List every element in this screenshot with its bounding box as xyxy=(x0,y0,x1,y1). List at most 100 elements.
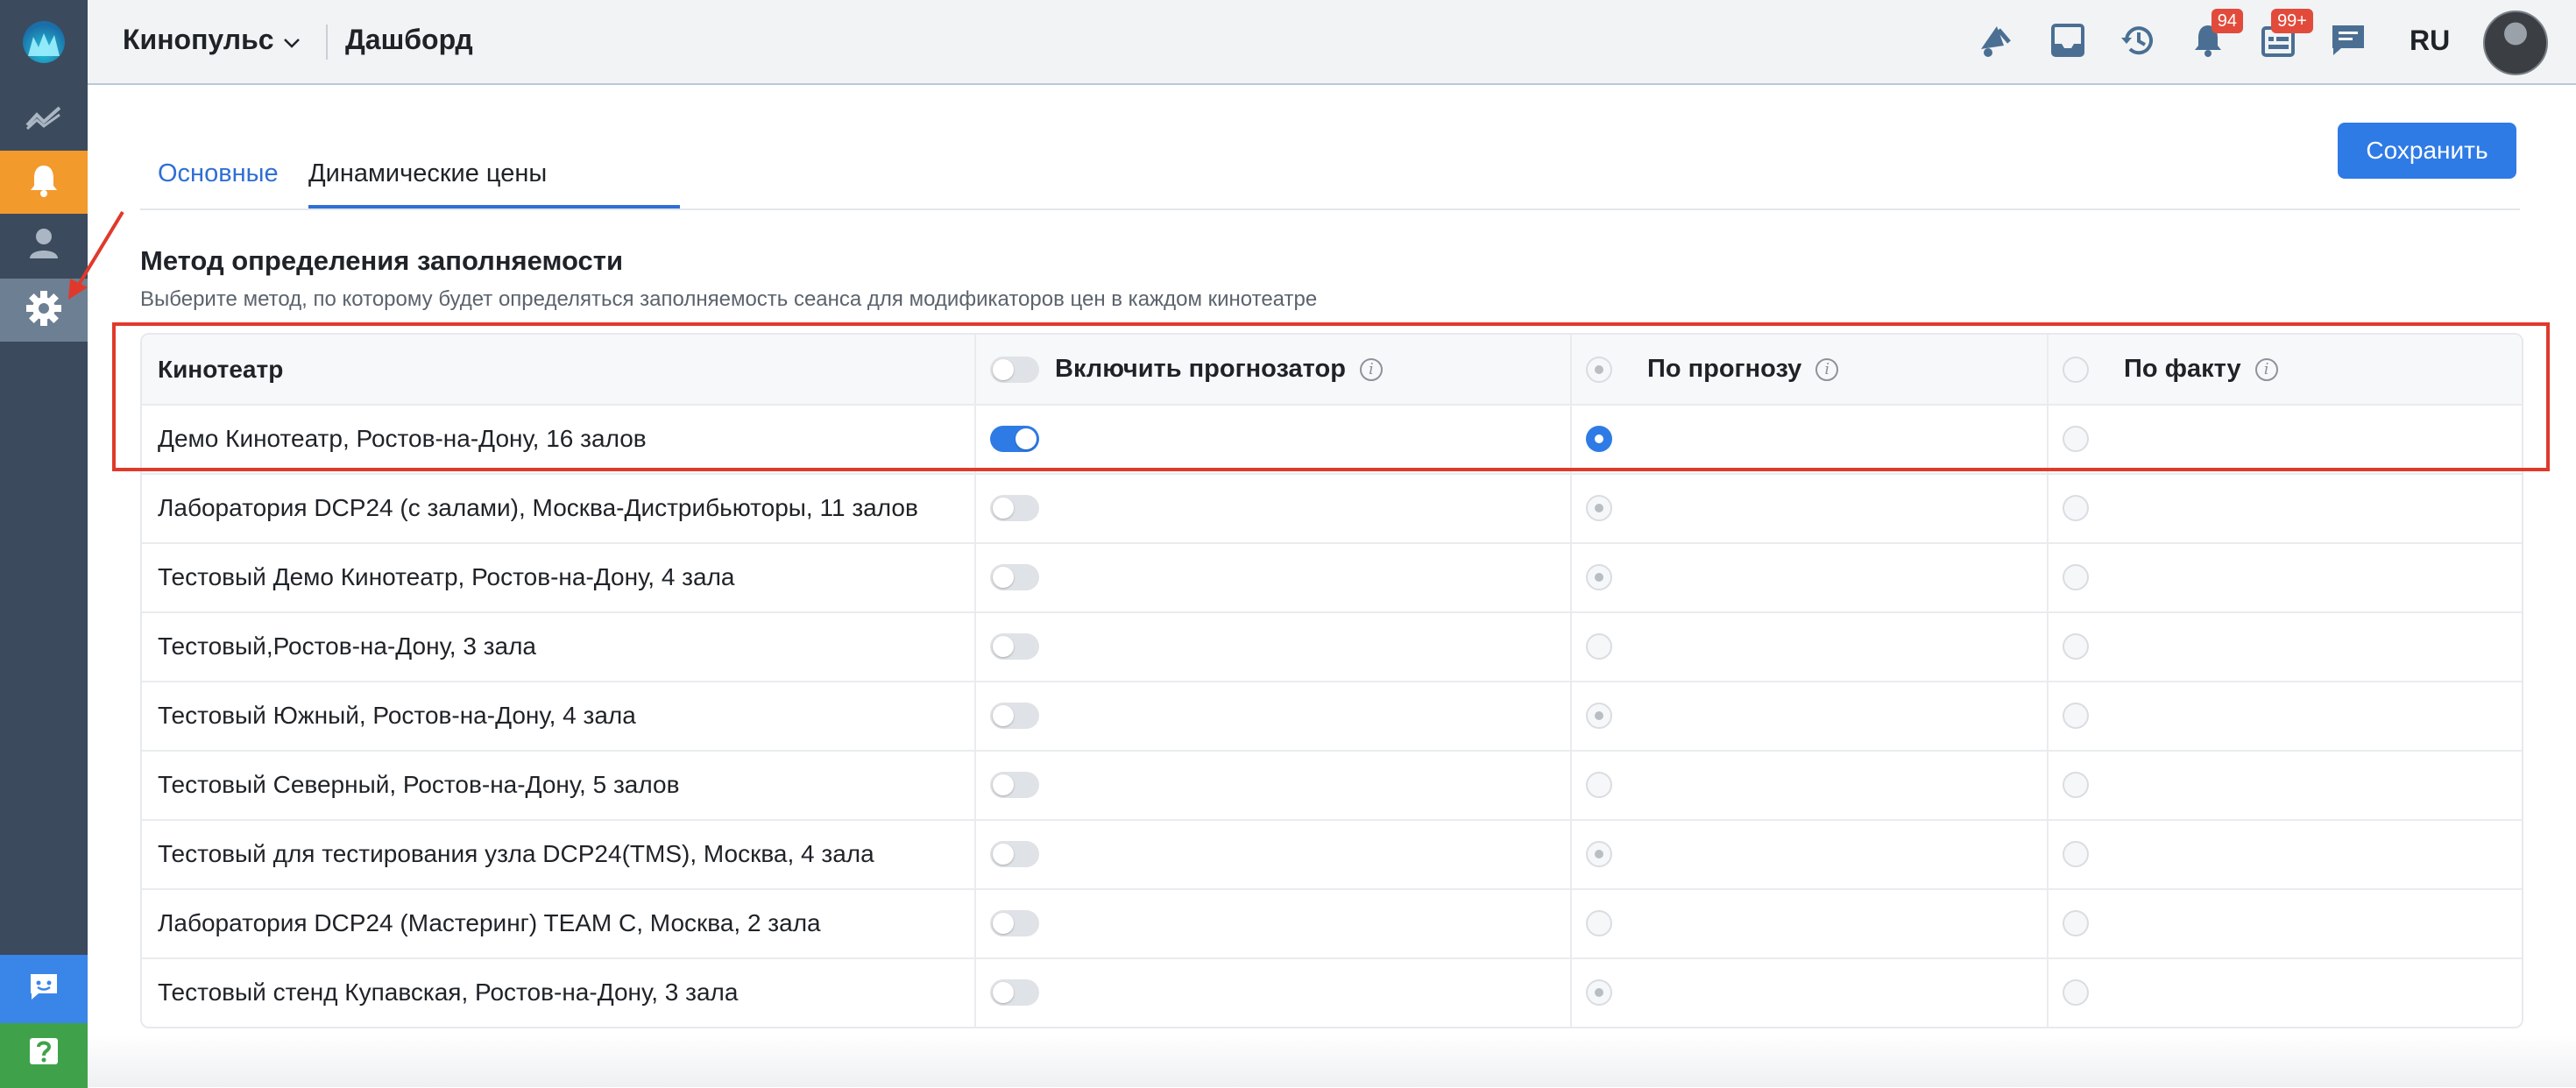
radio-by-forecast[interactable] xyxy=(1586,563,1612,590)
sidebar-item-notifications[interactable] xyxy=(0,151,88,214)
divider xyxy=(1570,819,1572,888)
language-switcher[interactable]: RU xyxy=(2410,25,2450,57)
divider xyxy=(1570,542,1572,611)
message-icon xyxy=(2330,23,2367,62)
radio-by-forecast[interactable] xyxy=(1586,978,1612,1006)
radio-by-fact[interactable] xyxy=(2063,840,2089,867)
chat-icon xyxy=(28,971,60,1007)
save-button[interactable]: Сохранить xyxy=(2338,123,2516,179)
forecaster-toggle[interactable] xyxy=(990,771,1039,798)
divider xyxy=(974,750,976,819)
header-by-fact: По факту xyxy=(2124,355,2241,383)
megaphone-icon xyxy=(1978,23,2018,62)
divider xyxy=(974,957,976,1027)
active-tab-indicator xyxy=(308,205,680,208)
cinema-table: Кинотеатр Включить прогнозатор i По прог… xyxy=(140,333,2523,1028)
divider xyxy=(2047,335,2049,404)
forecaster-toggle[interactable] xyxy=(990,632,1039,660)
forecaster-toggle[interactable] xyxy=(990,563,1039,590)
tab-dynamic-prices[interactable]: Динамические цены xyxy=(308,159,547,188)
forecaster-toggle[interactable] xyxy=(990,494,1039,521)
radio-by-forecast[interactable] xyxy=(1586,632,1612,660)
divider xyxy=(1570,404,1572,473)
radio-by-fact[interactable] xyxy=(2063,563,2089,590)
notifications-button[interactable]: 94 xyxy=(2185,9,2243,65)
table-row: Тестовый,Ростов-на-Дону, 3 зала xyxy=(142,611,2522,682)
cinema-name: Тестовый,Ростов-на-Дону, 3 зала xyxy=(158,632,537,660)
divider xyxy=(2047,750,2049,819)
bell-icon xyxy=(28,163,60,202)
sidebar-item-analytics[interactable] xyxy=(0,88,88,151)
radio-by-forecast[interactable] xyxy=(1586,840,1612,867)
table-row: Лаборатория DCP24 (с залами), Москва-Дис… xyxy=(142,473,2522,544)
divider xyxy=(2047,819,2049,888)
header-by-forecast: По прогнозу xyxy=(1647,355,1802,383)
table-row: Тестовый стенд Купавская, Ростов-на-Дону… xyxy=(142,957,2522,1027)
radio-by-fact[interactable] xyxy=(2063,909,2089,936)
announcements-button[interactable] xyxy=(1975,19,2020,65)
info-icon[interactable]: i xyxy=(1815,357,1839,381)
divider xyxy=(2047,957,2049,1027)
info-icon[interactable]: i xyxy=(2254,357,2278,381)
radio-by-fact[interactable] xyxy=(2063,632,2089,660)
divider xyxy=(1570,957,1572,1027)
forecaster-toggle[interactable] xyxy=(990,840,1039,867)
forecaster-toggle[interactable] xyxy=(990,425,1039,452)
radio-by-forecast[interactable] xyxy=(1586,494,1612,521)
calendar-button[interactable]: 99+ xyxy=(2255,9,2313,65)
analytics-icon xyxy=(25,104,63,135)
avatar[interactable] xyxy=(2483,11,2548,75)
divider xyxy=(2047,473,2049,542)
logo-icon xyxy=(23,20,65,63)
cinema-name: Лаборатория DCP24 (с залами), Москва-Дис… xyxy=(158,493,918,521)
sidebar-item-help[interactable] xyxy=(0,1023,88,1088)
divider xyxy=(1570,888,1572,957)
divider xyxy=(1570,611,1572,681)
forecaster-toggle[interactable] xyxy=(990,909,1039,936)
radio-by-fact[interactable] xyxy=(2063,978,2089,1006)
divider xyxy=(1570,473,1572,542)
inbox-icon xyxy=(2050,23,2085,62)
messages-button[interactable] xyxy=(2325,19,2371,65)
cinema-name: Тестовый Демо Кинотеатр, Ростов-на-Дону,… xyxy=(158,562,735,590)
user-icon xyxy=(28,227,60,265)
radio-by-forecast[interactable] xyxy=(1586,909,1612,936)
forecaster-toggle[interactable] xyxy=(990,702,1039,729)
forecaster-toggle[interactable] xyxy=(990,978,1039,1006)
radio-by-fact[interactable] xyxy=(2063,702,2089,729)
section-subtitle: Выберите метод, по которому будет опреде… xyxy=(140,287,1318,311)
logo[interactable] xyxy=(0,0,88,83)
history-button[interactable] xyxy=(2115,19,2161,65)
divider xyxy=(326,25,328,60)
radio-all-fact[interactable] xyxy=(2063,356,2089,383)
divider xyxy=(974,819,976,888)
toggle-all-forecaster[interactable] xyxy=(990,356,1039,383)
brand-name: Кинопульс xyxy=(123,24,274,55)
cinema-name: Тестовый стенд Купавская, Ростов-на-Дону… xyxy=(158,978,739,1006)
tab-main[interactable]: Основные xyxy=(158,159,279,188)
radio-all-forecast[interactable] xyxy=(1586,356,1612,383)
arrow-annotation xyxy=(61,208,131,309)
table-row: Тестовый Южный, Ростов-на-Дону, 4 зала xyxy=(142,681,2522,752)
cinema-name: Тестовый для тестирования узла DCP24(TMS… xyxy=(158,839,874,867)
divider xyxy=(974,335,976,404)
bottom-fade xyxy=(88,1034,2576,1087)
sidebar-item-chat[interactable] xyxy=(0,955,88,1023)
radio-by-fact[interactable] xyxy=(2063,771,2089,798)
inbox-button[interactable] xyxy=(2045,19,2091,65)
divider xyxy=(974,888,976,957)
radio-by-fact[interactable] xyxy=(2063,425,2089,452)
history-icon xyxy=(2120,22,2156,63)
radio-by-forecast[interactable] xyxy=(1586,702,1612,729)
radio-by-fact[interactable] xyxy=(2063,494,2089,521)
divider xyxy=(974,473,976,542)
brand-dropdown[interactable]: Кинопульс xyxy=(123,24,301,56)
radio-by-forecast[interactable] xyxy=(1586,771,1612,798)
radio-by-forecast[interactable] xyxy=(1586,425,1612,452)
info-icon[interactable]: i xyxy=(1359,357,1383,381)
header-forecaster: Включить прогнозатор xyxy=(1055,355,1346,383)
section-title: Метод определения заполняемости xyxy=(140,245,624,276)
gear-icon xyxy=(25,290,62,331)
cinema-name: Тестовый Северный, Ростов-на-Дону, 5 зал… xyxy=(158,770,680,798)
tabs: Основные Динамические цены xyxy=(140,149,2520,210)
